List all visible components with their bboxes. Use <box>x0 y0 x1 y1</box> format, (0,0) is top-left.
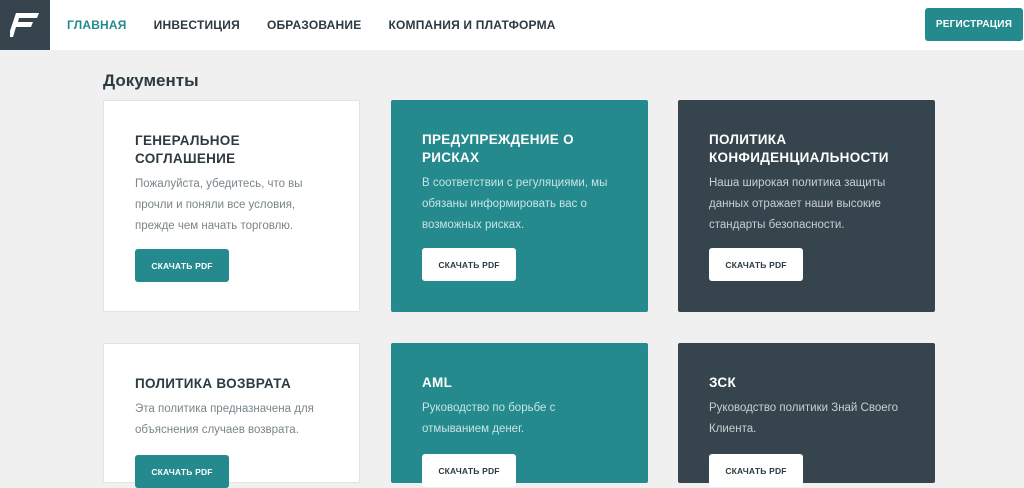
card-title: ПОЛИТИКА ВОЗВРАТА <box>135 376 291 391</box>
top-navbar: ГЛАВНАЯ ИНВЕСТИЦИЯ ОБРАЗОВАНИЕ КОМПАНИЯ … <box>0 0 1024 50</box>
card-title: ПРЕДУПРЕЖДЕНИЕ О РИСКАХ <box>422 132 574 165</box>
nav-home[interactable]: ГЛАВНАЯ <box>67 18 127 32</box>
nav-investment[interactable]: ИНВЕСТИЦИЯ <box>154 18 240 32</box>
download-pdf-button[interactable]: СКАЧАТЬ PDF <box>709 248 803 281</box>
doc-card-risk-warning: ПРЕДУПРЕЖДЕНИЕ О РИСКАХ В соответствии с… <box>391 100 648 312</box>
doc-card-general-agreement: ГЕНЕРАЛЬНОЕ СОГЛАШЕНИЕ Пожалуйста, убеди… <box>103 100 360 312</box>
doc-card-privacy-policy: ПОЛИТИКА КОНФИДЕНЦИАЛЬНОСТИ Наша широкая… <box>678 100 935 312</box>
download-pdf-button[interactable]: СКАЧАТЬ PDF <box>135 455 229 488</box>
card-description: Наша широкая политика защиты данных отра… <box>709 177 886 231</box>
doc-card-aml: AML Руководство по борьбе с отмыванием д… <box>391 343 648 487</box>
logo-f-icon <box>10 13 39 37</box>
card-title: ПОЛИТИКА КОНФИДЕНЦИАЛЬНОСТИ <box>709 132 889 165</box>
logo[interactable] <box>0 0 50 50</box>
card-title: ГЕНЕРАЛЬНОЕ СОГЛАШЕНИЕ <box>135 133 240 166</box>
download-pdf-button[interactable]: СКАЧАТЬ PDF <box>422 454 516 487</box>
doc-card-refund-policy: ПОЛИТИКА ВОЗВРАТА Эта политика предназна… <box>103 343 360 488</box>
card-description: Пожалуйста, убедитесь, что вы прочли и п… <box>135 178 303 232</box>
download-pdf-button[interactable]: СКАЧАТЬ PDF <box>709 454 803 487</box>
card-title: ЗСК <box>709 375 737 390</box>
card-description: Эта политика предназначена для объяснени… <box>135 403 314 436</box>
doc-card-kyc: ЗСК Руководство политики Знай Своего Кли… <box>678 343 935 487</box>
nav-company-platform[interactable]: КОМПАНИЯ И ПЛАТФОРМА <box>388 18 555 32</box>
register-button[interactable]: РЕГИСТРАЦИЯ <box>925 8 1023 41</box>
nav-education[interactable]: ОБРАЗОВАНИЕ <box>267 18 362 32</box>
main-nav: ГЛАВНАЯ ИНВЕСТИЦИЯ ОБРАЗОВАНИЕ КОМПАНИЯ … <box>67 0 583 50</box>
download-pdf-button[interactable]: СКАЧАТЬ PDF <box>135 249 229 282</box>
card-title: AML <box>422 375 453 390</box>
page-title: Документы <box>103 71 199 90</box>
card-description: Руководство политики Знай Своего Клиента… <box>709 402 898 435</box>
download-pdf-button[interactable]: СКАЧАТЬ PDF <box>422 248 516 281</box>
card-description: В соответствии с регуляциями, мы обязаны… <box>422 177 608 231</box>
card-description: Руководство по борьбе с отмыванием денег… <box>422 402 556 435</box>
